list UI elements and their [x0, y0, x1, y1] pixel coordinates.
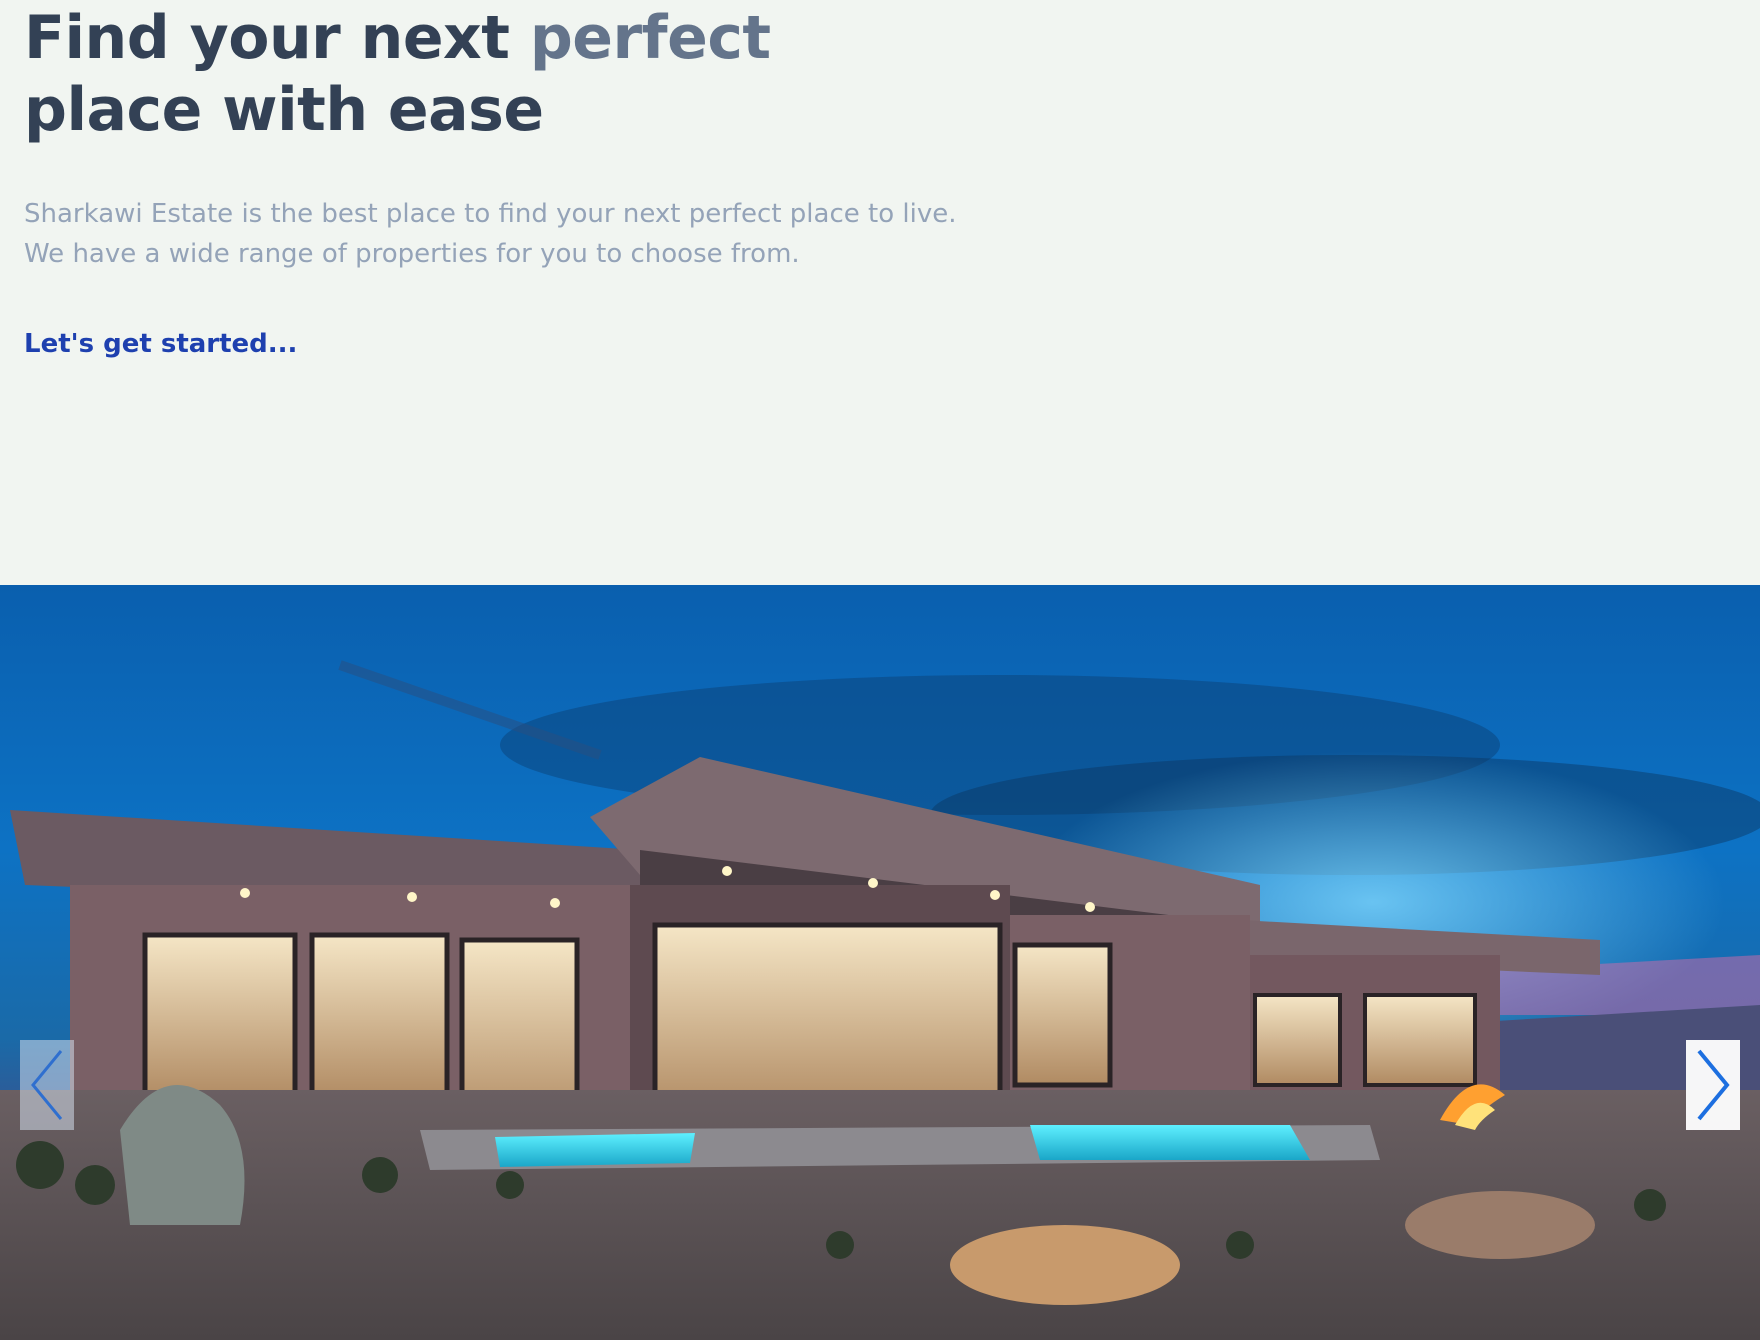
subtitle-line-2: We have a wide range of properties for y… [24, 239, 800, 269]
slider-next-button[interactable] [1686, 1040, 1740, 1130]
hero-subtitle: Sharkawi Estate is the best place to fin… [24, 194, 1024, 274]
headline-text-1: Find your next [24, 3, 530, 73]
slider-prev-button[interactable] [20, 1040, 74, 1130]
hero-headline: Find your next perfect place with ease [24, 2, 771, 146]
house-photo [0, 585, 1760, 1340]
subtitle-line-1: Sharkawi Estate is the best place to fin… [24, 199, 957, 229]
get-started-link[interactable]: Let's get started... [24, 324, 297, 364]
hero-section: Find your next perfect place with ease S… [0, 0, 1760, 585]
chevron-left-icon [31, 1050, 63, 1120]
headline-text-2: place with ease [24, 75, 544, 145]
image-slider [0, 585, 1760, 1340]
headline-accent: perfect [529, 3, 771, 73]
chevron-right-icon [1697, 1049, 1730, 1121]
